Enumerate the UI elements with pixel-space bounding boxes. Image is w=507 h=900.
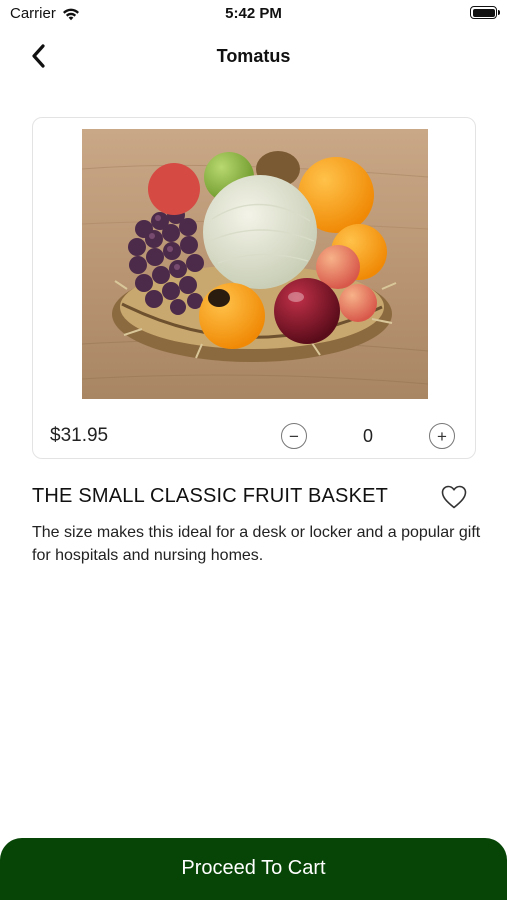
product-card: $31.95 − 0 + bbox=[32, 117, 476, 459]
plus-icon: + bbox=[437, 426, 447, 446]
navigation-bar: Tomatus bbox=[0, 36, 507, 76]
heart-outline-icon bbox=[441, 485, 467, 509]
quantity-value: 0 bbox=[362, 425, 373, 446]
increment-button[interactable]: + bbox=[429, 423, 455, 449]
product-price: $31.95 bbox=[50, 425, 109, 446]
quantity-stepper: − 0 + bbox=[281, 423, 455, 449]
product-description: The size makes this ideal for a desk or … bbox=[32, 524, 481, 564]
proceed-to-cart-label: Proceed To Cart bbox=[181, 856, 326, 879]
decrement-button[interactable]: − bbox=[281, 423, 307, 449]
minus-icon: − bbox=[289, 426, 299, 446]
page-title: Tomatus bbox=[216, 46, 291, 66]
proceed-to-cart-button[interactable]: Proceed To Cart bbox=[0, 838, 507, 900]
fruit-basket-photo bbox=[82, 129, 428, 399]
fruit-basket-illustration bbox=[82, 151, 428, 385]
status-bar: Carrier 5:42 PM bbox=[0, 0, 507, 28]
product-name: THE SMALL CLASSIC FRUIT BASKET bbox=[32, 485, 389, 507]
battery-icon bbox=[470, 6, 500, 19]
battery-level bbox=[472, 8, 495, 17]
status-time: 5:42 PM bbox=[225, 5, 282, 22]
favorite-button[interactable] bbox=[440, 484, 468, 510]
